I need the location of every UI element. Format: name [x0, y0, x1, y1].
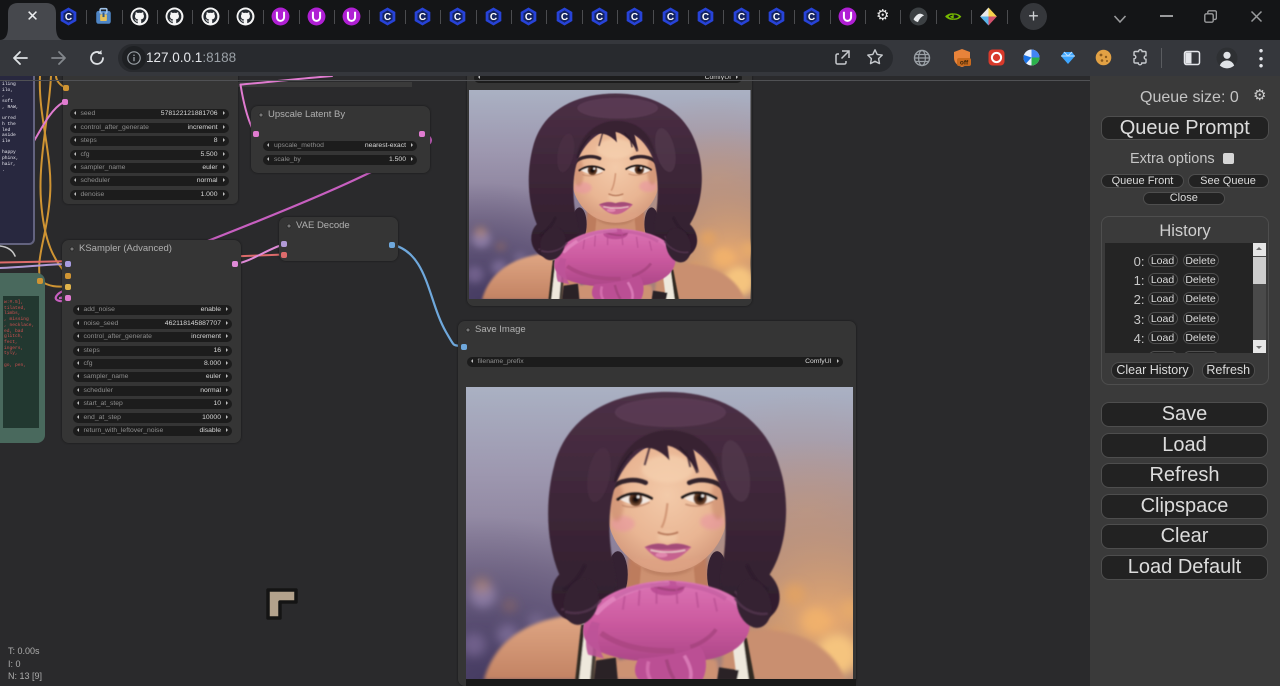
svg-text:C: C [596, 12, 603, 23]
svg-text:C: C [702, 12, 709, 23]
svg-text:off: off [960, 59, 969, 66]
svg-text:C: C [490, 12, 497, 23]
svg-text:C: C [65, 12, 72, 23]
svg-text:C: C [737, 12, 744, 23]
svg-text:C: C [383, 12, 390, 23]
svg-text:C: C [667, 12, 674, 23]
svg-text:C: C [808, 12, 815, 23]
svg-text:C: C [773, 12, 780, 23]
svg-text:C: C [525, 12, 532, 23]
svg-text:C: C [560, 12, 567, 23]
svg-text:C: C [419, 12, 426, 23]
svg-text:C: C [454, 12, 461, 23]
svg-text:C: C [631, 12, 638, 23]
